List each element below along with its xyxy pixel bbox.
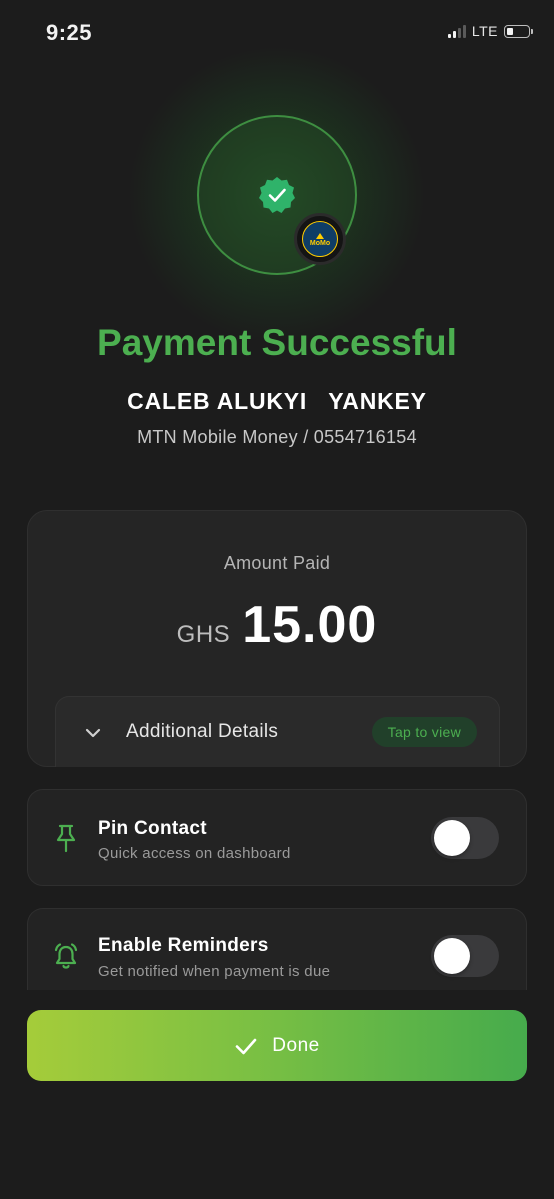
toggle-knob: [434, 820, 470, 856]
additional-details-toggle[interactable]: Additional Details Tap to view: [55, 696, 500, 767]
bell-icon: [54, 943, 78, 969]
tap-to-view-badge[interactable]: Tap to view: [371, 717, 477, 747]
pin-contact-title: Pin Contact: [98, 818, 207, 839]
battery-icon: [504, 24, 533, 38]
logo-text: MoMo: [309, 239, 331, 247]
provider-logo: MoMo: [294, 213, 346, 265]
done-label: Done: [272, 1034, 320, 1056]
signal-icon: [447, 24, 466, 38]
page-title: Payment Successful: [97, 322, 457, 363]
pin-contact-toggle[interactable]: [431, 817, 499, 859]
momo-logo-icon: MoMo: [302, 221, 338, 257]
amount-currency: GHS: [176, 621, 231, 648]
status-indicators: LTE: [447, 23, 533, 39]
amount-row: GHS 15.00: [28, 595, 526, 655]
network-type: LTE: [471, 23, 498, 39]
enable-reminders-title: Enable Reminders: [98, 935, 269, 956]
recipient-account: MTN Mobile Money / 0554716154: [137, 427, 417, 447]
logo-mark-icon: [316, 232, 324, 239]
scroll-fade: [0, 990, 554, 1004]
verified-check-icon: [259, 177, 295, 213]
additional-details-label: Additional Details: [126, 721, 279, 742]
check-icon: [235, 1038, 257, 1054]
toggle-knob: [434, 938, 470, 974]
done-button[interactable]: Done: [27, 1010, 527, 1081]
pin-contact-option: Pin Contact Quick access on dashboard: [27, 789, 527, 886]
enable-reminders-subtitle: Get notified when payment is due: [98, 963, 331, 980]
amount-label: Amount Paid: [223, 553, 331, 573]
status-time: 9:25: [46, 20, 93, 45]
pin-icon: [56, 824, 76, 853]
amount-value: 15.00: [242, 596, 378, 654]
pin-contact-subtitle: Quick access on dashboard: [98, 845, 291, 862]
enable-reminders-toggle[interactable]: [431, 935, 499, 977]
enable-reminders-option: Enable Reminders Get notified when payme…: [27, 908, 527, 990]
chevron-down-icon: [85, 728, 101, 738]
amount-card: Amount Paid GHS 15.00 Additional Details…: [27, 510, 527, 767]
recipient-name: CALEB ALUKYI YANKEY: [127, 388, 427, 414]
